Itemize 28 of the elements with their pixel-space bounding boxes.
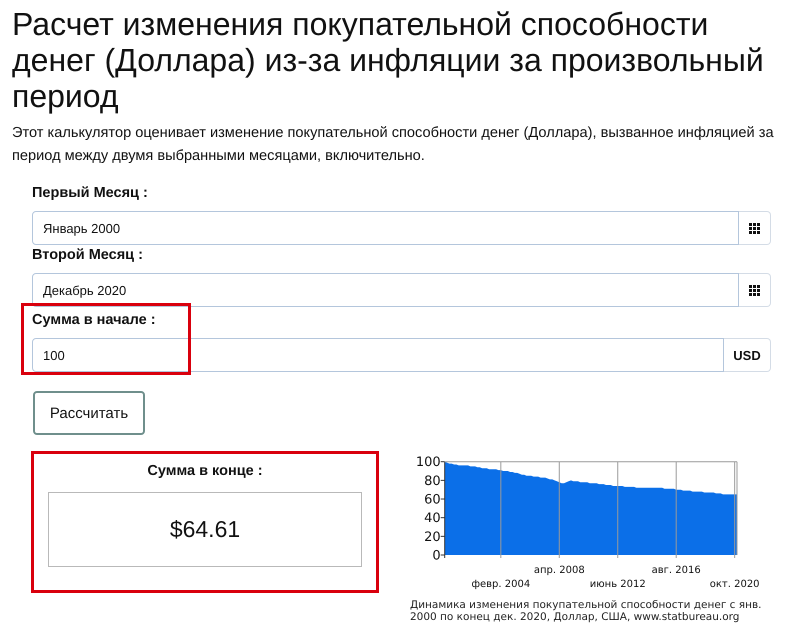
calendar-button[interactable] [739, 273, 771, 307]
calendar-button[interactable] [739, 211, 771, 245]
x-tick-label: окт. 2020 [710, 579, 760, 590]
grid-icon [749, 284, 760, 296]
input-field[interactable]: 100 [32, 338, 724, 372]
grid-icon [749, 222, 760, 234]
field-label: Первый Месяц : [32, 184, 149, 203]
chart-caption: Динамика изменения покупательной способности денег с янв. 2000 по конец дек. 2020, Доллар, США, www.statbureau.org [410, 599, 763, 623]
field-label: Сумма в начале : [32, 311, 157, 330]
y-tick-label: 40 [424, 511, 441, 526]
calculate-button[interactable]: Рассчитать [33, 391, 145, 435]
x-tick-label: февр. 2004 [471, 579, 530, 590]
field-label: Второй Месяц : [32, 246, 144, 265]
x-tick-label: апр. 2008 [534, 565, 585, 576]
y-tick-label: 0 [432, 548, 441, 564]
x-tick-label: июнь 2012 [590, 579, 646, 590]
currency-addon: USD [724, 338, 771, 372]
input-field[interactable]: Январь 2000 [32, 211, 739, 245]
y-tick-label: 20 [424, 530, 441, 545]
input-field[interactable]: Декабрь 2020 [32, 273, 739, 307]
y-tick-label: 80 [424, 474, 441, 489]
page-title: Расчет изменения покупательной способности денег (Доллара) из-за инфляции за произвольный период [12, 6, 765, 114]
result-label: Сумма в конце : [146, 462, 264, 481]
description-text: Этот калькулятор оценивает изменение покупательной способности денег (Доллара), вызванное инфляцией за период между двумя выбранными месяцами, включительно. [12, 124, 775, 166]
y-tick-label: 100 [416, 455, 441, 470]
result-value: $64.61 [48, 492, 362, 567]
y-tick-label: 60 [424, 492, 441, 508]
x-tick-label: авг. 2016 [652, 565, 701, 576]
